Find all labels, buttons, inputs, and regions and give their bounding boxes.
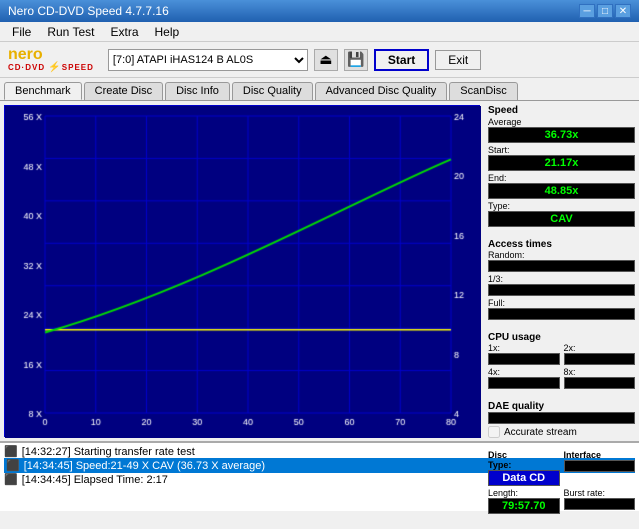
- disc-section: DiscType: Data CD Interface Length: 79:5…: [488, 450, 635, 514]
- title-bar: Nero CD-DVD Speed 4.7.7.16 ─ □ ✕: [0, 0, 639, 22]
- end-value: 48.85x: [488, 183, 635, 199]
- menu-bar: File Run Test Extra Help: [0, 22, 639, 42]
- title-buttons: ─ □ ✕: [579, 4, 631, 18]
- dae-label: DAE quality: [488, 401, 635, 412]
- length-value: 79:57.70: [488, 498, 560, 514]
- cpu-4x-value: [488, 377, 560, 389]
- log-icon-2: ⬛: [6, 459, 20, 472]
- log-text-2: [14:34:45] Speed:21-49 X CAV (36.73 X av…: [24, 460, 265, 472]
- tab-scan-disc[interactable]: ScanDisc: [449, 82, 517, 100]
- accurate-stream-checkbox[interactable]: [488, 426, 500, 438]
- minimize-button[interactable]: ─: [579, 4, 595, 18]
- cpu-1x-value: [488, 353, 560, 365]
- disc-type-label: DiscType:: [488, 450, 560, 470]
- save-icon-button[interactable]: 💾: [344, 49, 368, 71]
- one-third-label: 1/3:: [488, 274, 635, 284]
- log-icon-1: ⬛: [4, 445, 18, 458]
- log-text-3: [14:34:45] Elapsed Time: 2:17: [22, 474, 168, 486]
- start-button[interactable]: Start: [374, 49, 429, 71]
- cpu-8x-value: [564, 377, 636, 389]
- interface-value: [564, 460, 636, 472]
- log-text-1: [14:32:27] Starting transfer rate test: [22, 446, 195, 458]
- speed-chart: [5, 106, 481, 438]
- tab-disc-quality[interactable]: Disc Quality: [232, 82, 313, 100]
- toolbar: nero CD·DVD ⚡SPEED [7:0] ATAPI iHAS124 B…: [0, 42, 639, 78]
- maximize-button[interactable]: □: [597, 4, 613, 18]
- accurate-stream-label: Accurate stream: [504, 427, 577, 438]
- chart-container: [4, 105, 480, 437]
- end-label: End:: [488, 173, 635, 183]
- burst-value: [564, 498, 636, 510]
- main-content: Speed Average 36.73x Start: 21.17x End: …: [0, 101, 639, 441]
- average-label: Average: [488, 117, 635, 127]
- menu-file[interactable]: File: [4, 23, 39, 41]
- disc-type-value: Data CD: [488, 470, 560, 486]
- cpu-section: CPU usage 1x: 2x: 4x: 8x:: [488, 332, 635, 389]
- cpu-2x-label: 2x:: [564, 343, 636, 353]
- tab-advanced-disc-quality[interactable]: Advanced Disc Quality: [315, 82, 448, 100]
- type-label: Type:: [488, 201, 635, 211]
- close-button[interactable]: ✕: [615, 4, 631, 18]
- title-text: Nero CD-DVD Speed 4.7.7.16: [8, 4, 169, 18]
- cpu-2x-value: [564, 353, 636, 365]
- type-value: CAV: [488, 211, 635, 227]
- one-third-value: [488, 284, 635, 296]
- dae-section: DAE quality Accurate stream: [488, 401, 635, 438]
- access-times-section: Access times Random: 1/3: Full:: [488, 239, 635, 320]
- full-value: [488, 308, 635, 320]
- full-label: Full:: [488, 298, 635, 308]
- menu-help[interactable]: Help: [147, 23, 188, 41]
- dae-value: [488, 412, 635, 424]
- cpu-label: CPU usage: [488, 332, 635, 343]
- exit-button[interactable]: Exit: [435, 50, 481, 70]
- menu-run-test[interactable]: Run Test: [39, 23, 102, 41]
- tab-benchmark[interactable]: Benchmark: [4, 82, 82, 100]
- cpu-8x-label: 8x:: [564, 367, 636, 377]
- right-panel: Speed Average 36.73x Start: 21.17x End: …: [484, 101, 639, 441]
- drive-select[interactable]: [7:0] ATAPI iHAS124 B AL0S: [108, 49, 308, 71]
- tab-create-disc[interactable]: Create Disc: [84, 82, 163, 100]
- tab-disc-info[interactable]: Disc Info: [165, 82, 230, 100]
- cpu-1x-label: 1x:: [488, 343, 560, 353]
- accurate-stream-row: Accurate stream: [488, 426, 635, 438]
- average-value: 36.73x: [488, 127, 635, 143]
- random-value: [488, 260, 635, 272]
- random-label: Random:: [488, 250, 635, 260]
- logo-area: nero CD·DVD ⚡SPEED: [8, 47, 94, 73]
- access-times-label: Access times: [488, 239, 635, 250]
- speed-label: Speed: [488, 105, 635, 116]
- burst-label: Burst rate:: [564, 488, 636, 498]
- log-icon-3: ⬛: [4, 473, 18, 486]
- menu-extra[interactable]: Extra: [102, 23, 146, 41]
- tabs: Benchmark Create Disc Disc Info Disc Qua…: [0, 78, 639, 101]
- cpu-4x-label: 4x:: [488, 367, 560, 377]
- length-label: Length:: [488, 488, 560, 498]
- interface-label: Interface: [564, 450, 636, 460]
- speed-section: Speed Average 36.73x Start: 21.17x End: …: [488, 105, 635, 227]
- start-label: Start:: [488, 145, 635, 155]
- start-value: 21.17x: [488, 155, 635, 171]
- eject-icon-button[interactable]: ⏏: [314, 49, 338, 71]
